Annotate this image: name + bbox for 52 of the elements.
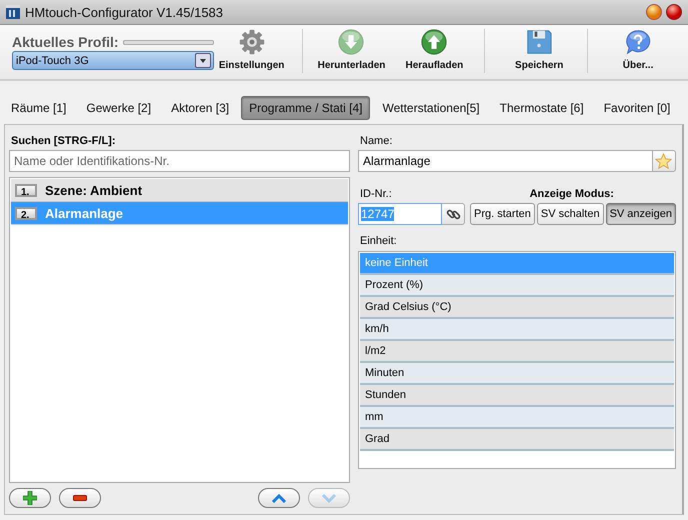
unit-item[interactable]: Grad Celsius (°C) <box>360 297 674 319</box>
plus-icon <box>23 491 37 505</box>
upload-button[interactable]: Heraufladen <box>398 25 470 79</box>
tab[interactable]: Thermostate [6] <box>492 96 592 120</box>
program-name: Alarmanlage <box>45 206 124 220</box>
name-label: Name: <box>359 134 394 147</box>
add-button[interactable] <box>9 488 51 508</box>
tab[interactable]: Favoriten [0] <box>596 96 678 120</box>
mode-label: Anzeige Modus: <box>530 188 614 200</box>
unit-item[interactable]: km/h <box>360 319 674 341</box>
minus-icon <box>73 495 87 501</box>
up-button[interactable] <box>258 488 300 508</box>
star-icon <box>655 152 672 170</box>
link-button[interactable] <box>442 203 465 225</box>
id-label: ID-Nr.: <box>359 188 392 200</box>
close-button[interactable] <box>666 4 682 20</box>
app-icon <box>6 5 20 19</box>
tab[interactable]: Gewerke [2] <box>78 96 160 120</box>
search-field[interactable]: Name oder Identifikations-Nr. <box>9 150 350 172</box>
chevron-up-icon <box>272 494 286 502</box>
row-number: 1. <box>15 184 37 196</box>
settings-button[interactable]: Einstellungen <box>214 25 290 79</box>
save-button[interactable]: Speichern <box>491 25 588 79</box>
unit-item[interactable]: Prozent (%) <box>360 275 674 297</box>
tab[interactable]: Programme / Stati [4] <box>241 96 370 120</box>
minimize-button[interactable] <box>646 4 662 20</box>
name-field[interactable]: Alarmanlage <box>358 150 653 172</box>
profile-label: Aktuelles Profil: <box>12 34 119 50</box>
caret-icon <box>194 53 211 68</box>
tab[interactable]: Räume [1] <box>3 96 74 120</box>
chevron-down-icon <box>322 494 336 502</box>
favorite-button[interactable] <box>652 150 676 172</box>
mode-button[interactable]: Prg. starten <box>470 203 535 225</box>
unit-item[interactable]: Stunden <box>360 385 674 407</box>
unit-item[interactable]: l/m2 <box>360 341 674 363</box>
tab[interactable]: Wetterstationen[5] <box>374 96 488 120</box>
search-label: Suchen [STRG-F/L]: <box>10 134 116 147</box>
mode-button[interactable]: SV anzeigen <box>606 203 676 225</box>
profile-select[interactable]: iPod-Touch 3G <box>12 51 214 70</box>
program-name: Szene: Ambient <box>45 182 142 198</box>
unit-label: Einheit: <box>359 234 398 247</box>
unit-item[interactable]: Grad <box>360 429 674 451</box>
program-row[interactable]: 1. Szene: Ambient <box>11 179 348 202</box>
unit-item[interactable]: Minuten <box>360 363 674 385</box>
remove-button[interactable] <box>59 488 101 508</box>
unit-item[interactable]: mm <box>360 407 674 429</box>
program-row[interactable]: 2. Alarmanlage <box>11 202 348 225</box>
row-number: 2. <box>15 206 37 220</box>
tab[interactable]: Aktoren [3] <box>163 96 238 120</box>
about-button[interactable]: Über... <box>588 25 688 79</box>
window-title: HMtouch-Configurator V1.45/1583 <box>25 4 224 20</box>
mode-button[interactable]: SV schalten <box>536 203 604 225</box>
